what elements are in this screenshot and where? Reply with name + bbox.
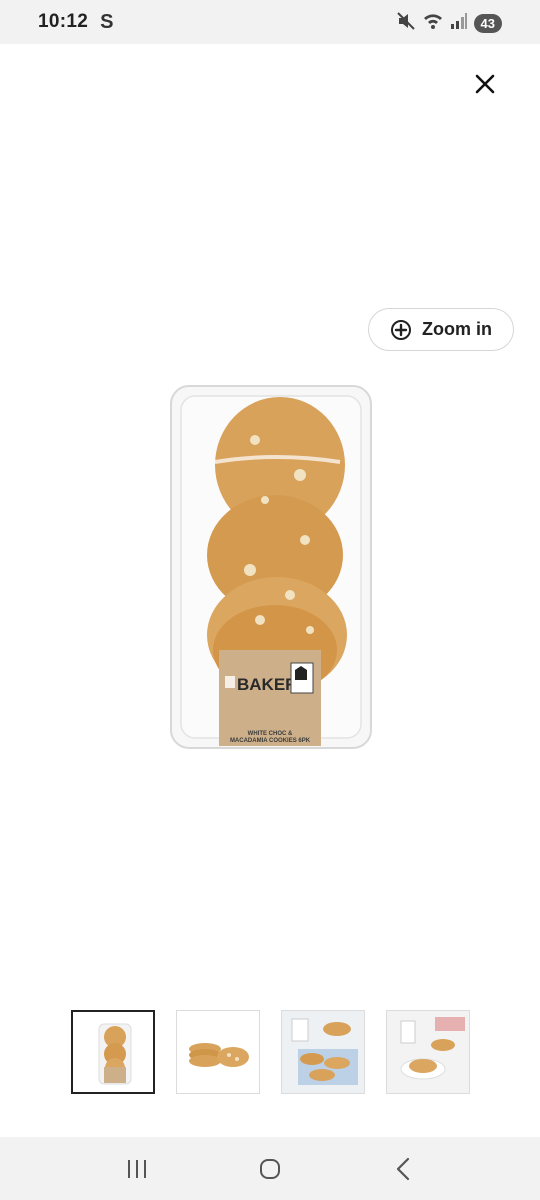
wifi-icon [422,11,444,36]
status-bar: 10:12 S 43 [0,0,540,44]
recent-apps-button[interactable] [107,1149,167,1189]
battery-badge: 43 [473,14,502,33]
zoom-in-button[interactable]: Zoom in [368,308,514,351]
recent-apps-icon [127,1159,146,1178]
zoom-in-label: Zoom in [422,319,492,339]
thumb-cookies-milk[interactable] [281,1010,365,1094]
thumb-package[interactable] [71,1010,155,1094]
back-button[interactable] [373,1149,433,1189]
back-icon [397,1157,410,1180]
thumb-cookie-plate[interactable] [386,1010,470,1094]
label-text-line1: WHITE CHOC & [248,731,293,737]
system-nav-bar [0,1137,540,1200]
thumbnail-strip [71,1010,471,1094]
close-button[interactable] [465,64,505,104]
mute-icon [396,11,416,36]
signal-icon [450,12,468,35]
close-icon [475,74,495,94]
zoom-plus-icon [391,319,411,340]
status-time: 10:12 [38,11,89,32]
status-icons: 43 [396,11,502,36]
product-image[interactable]: BAKERY WHITE CHOC & MACADAMIA COOKIES 6P… [165,380,380,760]
label-text-line2: MACADAMIA COOKIES 6PK [230,738,311,744]
home-icon [259,1158,280,1179]
carrier-glyph: S [100,10,114,33]
cookie-package-illustration: BAKERY WHITE CHOC & MACADAMIA COOKIES 6P… [170,385,372,749]
home-button[interactable] [240,1149,300,1189]
thumb-cookies-stack[interactable] [176,1010,260,1094]
